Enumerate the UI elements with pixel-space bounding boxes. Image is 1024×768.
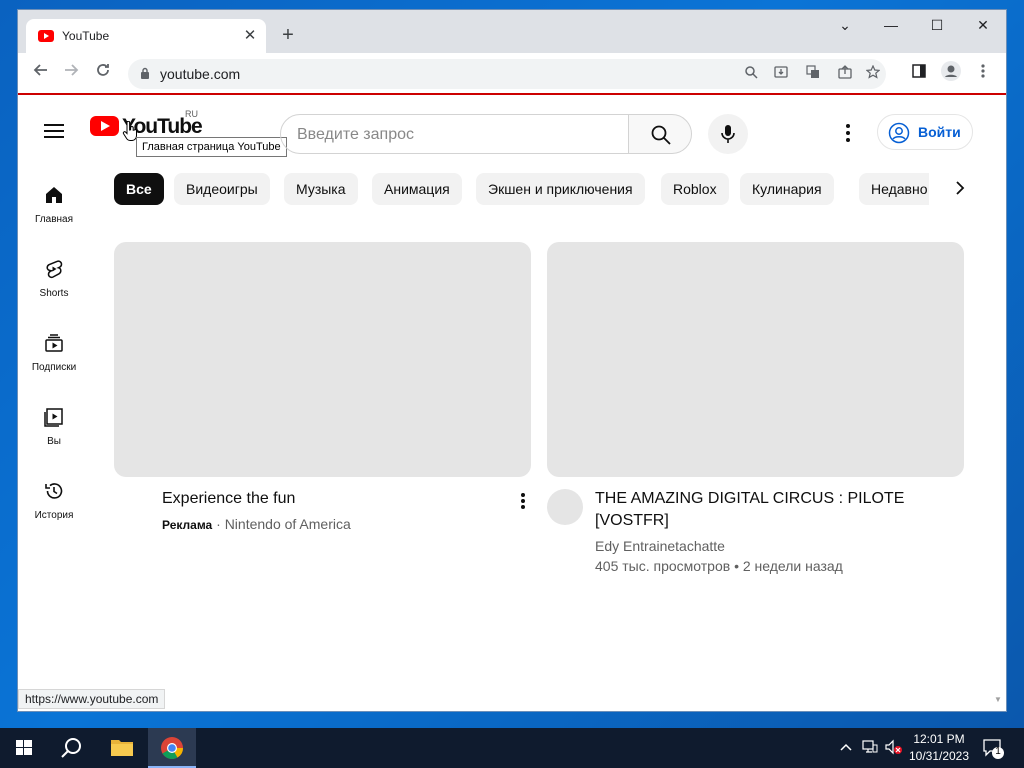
sign-in-button[interactable]: Войти (877, 114, 973, 150)
tab-search-chevron-icon[interactable]: ⌄ (822, 10, 868, 40)
side-panel-icon[interactable] (906, 61, 932, 87)
video-thumbnail[interactable] (114, 242, 531, 477)
sidebar-item-label: Shorts (39, 288, 69, 299)
chip-music[interactable]: Музыка (284, 173, 358, 205)
chrome-taskbar-button[interactable] (148, 728, 196, 768)
notification-count: 1 (995, 746, 1001, 757)
chip-animation[interactable]: Анимация (372, 173, 462, 205)
video-menu-icon[interactable] (518, 492, 528, 514)
search-button[interactable] (628, 114, 692, 154)
ad-badge: Реклама (162, 518, 213, 532)
lock-icon (141, 67, 149, 79)
video-title-line: THE AMAZING DIGITAL CIRCUS : PILOTE (595, 490, 905, 507)
sidebar-item-label: Вы (47, 436, 61, 447)
network-icon[interactable] (862, 739, 878, 758)
chrome-icon (161, 737, 183, 759)
tab-youtube[interactable]: YouTube ✕ (26, 19, 266, 53)
sidebar-item-subscriptions[interactable]: Подписки (18, 333, 90, 393)
taskbar-search-button[interactable] (48, 728, 96, 768)
taskbar: 12:01 PM 10/31/2023 1 (0, 728, 1024, 768)
folder-icon (111, 740, 133, 756)
search-icon (651, 125, 671, 145)
maximize-button[interactable]: ☐ (914, 10, 960, 40)
channel-name[interactable]: Nintendo of America (225, 516, 351, 532)
video-title[interactable]: Experience the fun (162, 488, 295, 510)
sign-in-label: Войти (918, 124, 961, 140)
guide-menu-icon[interactable] (44, 124, 64, 138)
country-code: RU (185, 109, 198, 119)
settings-menu-icon[interactable] (840, 122, 856, 146)
chip-cooking[interactable]: Кулинария (740, 173, 834, 205)
translate-icon[interactable] (802, 63, 824, 85)
forward-icon[interactable] (58, 61, 84, 87)
windows-logo-icon (16, 740, 32, 755)
browser-menu-icon[interactable] (970, 61, 996, 87)
close-window-button[interactable]: ✕ (960, 10, 1006, 40)
search-input[interactable]: Введите запрос (280, 114, 630, 154)
tab-title: YouTube (62, 29, 110, 43)
file-explorer-button[interactable] (98, 728, 146, 768)
system-clock[interactable]: 12:01 PM 10/31/2023 (906, 731, 972, 765)
sidebar-item-label: История (34, 510, 74, 521)
video-title[interactable]: THE AMAZING DIGITAL CIRCUS : PILOTE [VOS… (595, 488, 904, 532)
home-icon (46, 187, 62, 203)
reload-icon[interactable] (90, 61, 116, 87)
sidebar-item-history[interactable]: История (18, 481, 90, 541)
status-bar-url: https://www.youtube.com (18, 689, 166, 709)
scroll-down-arrow-icon[interactable]: ▼ (994, 695, 1002, 704)
back-icon[interactable] (28, 61, 54, 87)
channel-avatar[interactable] (547, 489, 583, 525)
clock-date: 10/31/2023 (908, 749, 970, 763)
tray-overflow-chevron-icon[interactable] (840, 740, 852, 754)
sidebar-item-you[interactable]: Вы (18, 407, 90, 467)
chip-recent[interactable]: Недавно (859, 173, 929, 205)
bookmark-star-icon[interactable] (862, 63, 884, 85)
microphone-icon (721, 125, 735, 143)
chevron-right-icon[interactable] (948, 177, 972, 201)
video-thumbnail[interactable] (547, 242, 964, 477)
meta-separator: · (212, 516, 225, 532)
profile-avatar-icon[interactable] (938, 61, 964, 87)
chip-recent-clip: Недавно (859, 173, 929, 205)
video-meta: Реклама · Nintendo of America (162, 514, 351, 535)
sidebar-item-home[interactable]: Главная (18, 185, 90, 245)
youtube-play-icon (90, 116, 119, 136)
start-button[interactable] (0, 728, 48, 768)
tab-bar: YouTube ✕ + ⌄ — ☐ ✕ (18, 10, 1006, 53)
zoom-search-icon[interactable] (740, 63, 762, 85)
share-icon[interactable] (834, 63, 856, 85)
chip-all[interactable]: Все (114, 173, 164, 205)
action-center-icon[interactable]: 1 (982, 737, 1004, 759)
browser-window: YouTube ✕ + ⌄ — ☐ ✕ youtube.com YouTube … (18, 10, 1006, 711)
channel-name[interactable]: Edy Entrainetachatte (595, 536, 725, 556)
video-title-line: [VOSTFR] (595, 512, 669, 529)
subscriptions-icon (45, 334, 63, 352)
chip-roblox[interactable]: Roblox (661, 173, 729, 205)
video-stats: 405 тыс. просмотров • 2 недели назад (595, 558, 843, 574)
url-text: youtube.com (160, 66, 241, 82)
sidebar-item-label: Подписки (31, 362, 77, 373)
history-icon (45, 483, 63, 499)
voice-search-button[interactable] (708, 114, 748, 154)
chip-video-games[interactable]: Видеоигры (174, 173, 270, 205)
tab-close-icon[interactable]: ✕ (240, 26, 260, 46)
youtube-page: YouTube RU Главная страница YouTube Введ… (18, 97, 1006, 711)
volume-muted-icon[interactable] (885, 739, 903, 758)
install-app-icon[interactable] (770, 63, 792, 85)
account-circle-icon (888, 122, 910, 144)
search-icon (61, 738, 81, 758)
logo-tooltip: Главная страница YouTube (136, 137, 287, 157)
library-icon (44, 408, 63, 427)
sidebar-item-shorts[interactable]: Shorts (18, 259, 90, 319)
minimize-button[interactable]: — (868, 10, 914, 40)
shorts-icon (46, 260, 63, 279)
address-bar[interactable]: youtube.com (128, 59, 886, 89)
browser-toolbar: youtube.com (18, 53, 1006, 95)
new-tab-button[interactable]: + (276, 24, 300, 48)
chip-action-adventure[interactable]: Экшен и приключения (476, 173, 645, 205)
clock-time: 12:01 PM (913, 732, 965, 746)
sidebar-item-label: Главная (34, 214, 74, 225)
youtube-favicon-icon (38, 30, 54, 42)
search-placeholder: Введите запрос (297, 126, 414, 143)
